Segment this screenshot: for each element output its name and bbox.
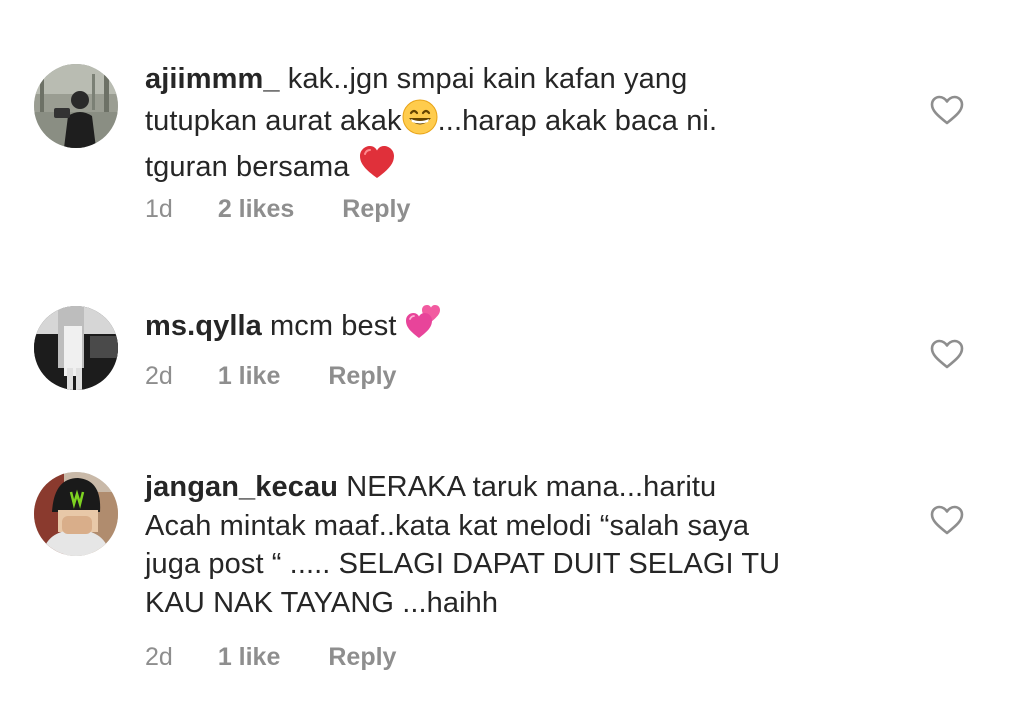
comment-time[interactable]: 1d xyxy=(145,195,173,224)
comment-line: NERAKA taruk mana...haritu xyxy=(346,471,717,503)
heart-outline-icon[interactable] xyxy=(930,339,964,369)
red-heart-emoji xyxy=(358,145,396,192)
avatar[interactable] xyxy=(34,64,118,148)
comment-username[interactable]: ms.qylla xyxy=(145,310,262,342)
comment-line: tguran bersama xyxy=(145,151,350,183)
comment-line: tutupkan aurat akak xyxy=(145,104,402,137)
comment-line: KAU NAK TAYANG ...haihh xyxy=(145,586,499,619)
comment-line: ...harap akak baca ni. xyxy=(437,104,718,137)
comment-line: kak..jgn smpai kain kafan yang xyxy=(287,63,688,95)
comment-username[interactable]: jangan_kecau xyxy=(145,471,338,503)
comment-text: jangan_kecau NERAKA taruk mana...haritu … xyxy=(145,468,885,622)
comment-username[interactable]: ajiimmm_ xyxy=(145,63,280,95)
comment-likes[interactable]: 1 like xyxy=(218,362,281,391)
comment-meta: 1d 2 likes Reply xyxy=(145,195,410,224)
avatar[interactable] xyxy=(34,306,118,390)
comment-text: ajiimmm_ kak..jgn smpai kain kafan yang … xyxy=(145,60,885,192)
reply-button[interactable]: Reply xyxy=(342,195,410,224)
heart-outline-icon[interactable] xyxy=(930,505,964,535)
comment-likes[interactable]: 2 likes xyxy=(218,195,294,224)
comment-meta: 2d 1 like Reply xyxy=(145,643,396,672)
heart-outline-icon[interactable] xyxy=(930,95,964,125)
comment-text: ms.qylla mcm best xyxy=(145,302,885,351)
comment-meta: 2d 1 like Reply xyxy=(145,362,396,391)
reply-button[interactable]: Reply xyxy=(328,643,396,672)
comment-line: Acah mintak maaf..kata kat melodi “salah… xyxy=(145,509,750,542)
reply-button[interactable]: Reply xyxy=(328,362,396,391)
two-hearts-emoji xyxy=(405,302,445,351)
comment-time[interactable]: 2d xyxy=(145,362,173,391)
comment-line: juga post “ ..... SELAGI DAPAT DUIT SELA… xyxy=(145,548,781,580)
comment-likes[interactable]: 1 like xyxy=(218,643,281,672)
comment-time[interactable]: 2d xyxy=(145,643,173,672)
grinning-face-emoji xyxy=(402,99,438,146)
comment-line: mcm best xyxy=(270,310,397,342)
avatar[interactable] xyxy=(34,472,118,556)
